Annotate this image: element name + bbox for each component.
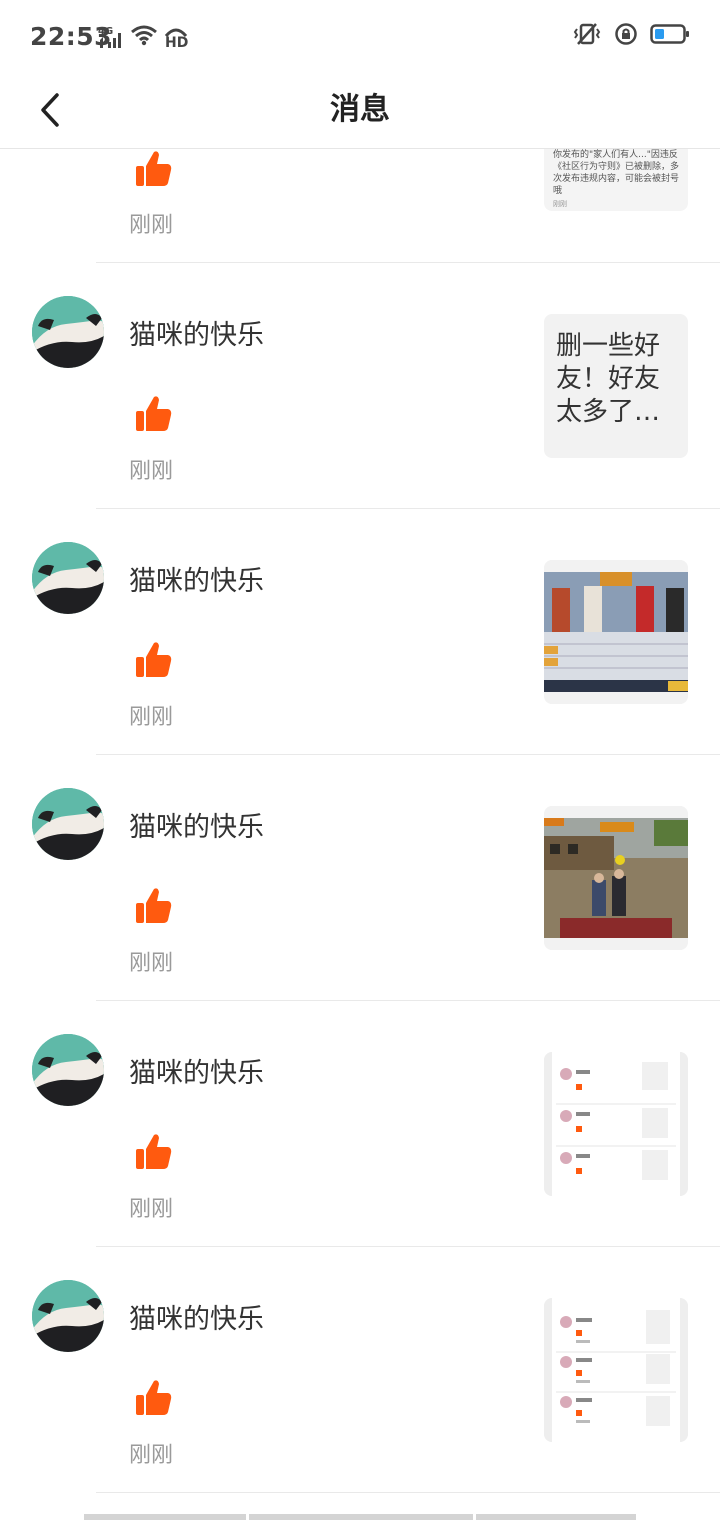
message-list-thumbnail[interactable] — [544, 1052, 688, 1196]
message-time: 刚刚 — [129, 1197, 174, 1222]
user-name[interactable]: 猫咪的快乐 — [129, 1051, 264, 1090]
status-bar: 22:53 4G HD — [0, 0, 720, 74]
post-thumbnail[interactable]: 删一些好友！好友太多了… — [544, 314, 688, 458]
game-result-thumbnail[interactable] — [544, 560, 688, 704]
list-item[interactable]: 猫咪的快乐 刚刚 — [0, 509, 720, 755]
game-battle-thumbnail[interactable] — [544, 806, 688, 950]
vibrate-icon — [572, 22, 602, 50]
list-item[interactable]: 猫咪的快乐 刚刚 — [0, 1247, 720, 1493]
list-item[interactable]: 猫咪的快乐 刚刚 — [0, 1001, 720, 1247]
notice-thumbnail-time: 刚刚 — [553, 200, 567, 208]
status-right-icons — [572, 22, 690, 50]
indicator-segment — [476, 1514, 636, 1520]
message-list-thumbnail[interactable] — [544, 1298, 688, 1442]
avatar[interactable] — [32, 1034, 104, 1106]
avatar[interactable] — [32, 296, 104, 368]
wifi-icon — [130, 24, 158, 50]
signal-icon: 4G — [98, 26, 124, 50]
message-time: 刚刚 — [129, 705, 174, 730]
message-feed[interactable]: 刚刚 你发布的"家人们有人..."因违反《社区行为守则》已被删除，多次发布违规内… — [0, 149, 720, 1520]
message-time: 刚刚 — [129, 459, 174, 484]
list-item[interactable]: 猫咪的快乐 刚刚 — [0, 755, 720, 1001]
divider — [96, 1492, 720, 1493]
thumbs-up-icon — [136, 151, 172, 186]
rotation-lock-icon — [614, 22, 638, 50]
user-name[interactable]: 猫咪的快乐 — [129, 559, 264, 598]
message-time: 刚刚 — [129, 1443, 174, 1468]
post-thumbnail-text: 删一些好友！好友太多了… — [556, 331, 661, 427]
thumbs-up-icon — [136, 1134, 172, 1169]
user-name[interactable]: 猫咪的快乐 — [129, 1297, 264, 1336]
indicator-segment — [249, 1514, 473, 1520]
notice-thumbnail[interactable]: 你发布的"家人们有人..."因违反《社区行为守则》已被删除，多次发布违规内容，可… — [544, 149, 688, 211]
hd-call-icon: HD — [164, 26, 189, 51]
avatar[interactable] — [32, 788, 104, 860]
nav-bar: 消息 — [0, 74, 720, 149]
avatar[interactable] — [32, 1280, 104, 1352]
thumbs-up-icon — [136, 888, 172, 923]
indicator-segment — [84, 1514, 246, 1520]
user-name[interactable]: 猫咪的快乐 — [129, 313, 264, 352]
user-name[interactable]: 猫咪的快乐 — [129, 805, 264, 844]
hd-label: HD — [165, 35, 189, 51]
bottom-scroll-indicator — [84, 1514, 636, 1520]
thumbs-up-icon — [136, 642, 172, 677]
avatar[interactable] — [32, 542, 104, 614]
message-time: 刚刚 — [129, 213, 174, 238]
page-title: 消息 — [330, 92, 390, 127]
thumbs-up-icon — [136, 1380, 172, 1415]
battery-icon — [650, 23, 690, 49]
message-time: 刚刚 — [129, 951, 174, 976]
list-item[interactable]: 猫咪的快乐 刚刚 删一些好友！好友太多了… — [0, 263, 720, 509]
thumbs-up-icon — [136, 396, 172, 431]
notice-thumbnail-text: 你发布的"家人们有人..."因违反《社区行为守则》已被删除，多次发布违规内容，可… — [553, 150, 680, 196]
status-left-icons: 4G HD — [98, 24, 189, 51]
list-item-partial[interactable]: 刚刚 你发布的"家人们有人..."因违反《社区行为守则》已被删除，多次发布违规内… — [0, 149, 720, 263]
